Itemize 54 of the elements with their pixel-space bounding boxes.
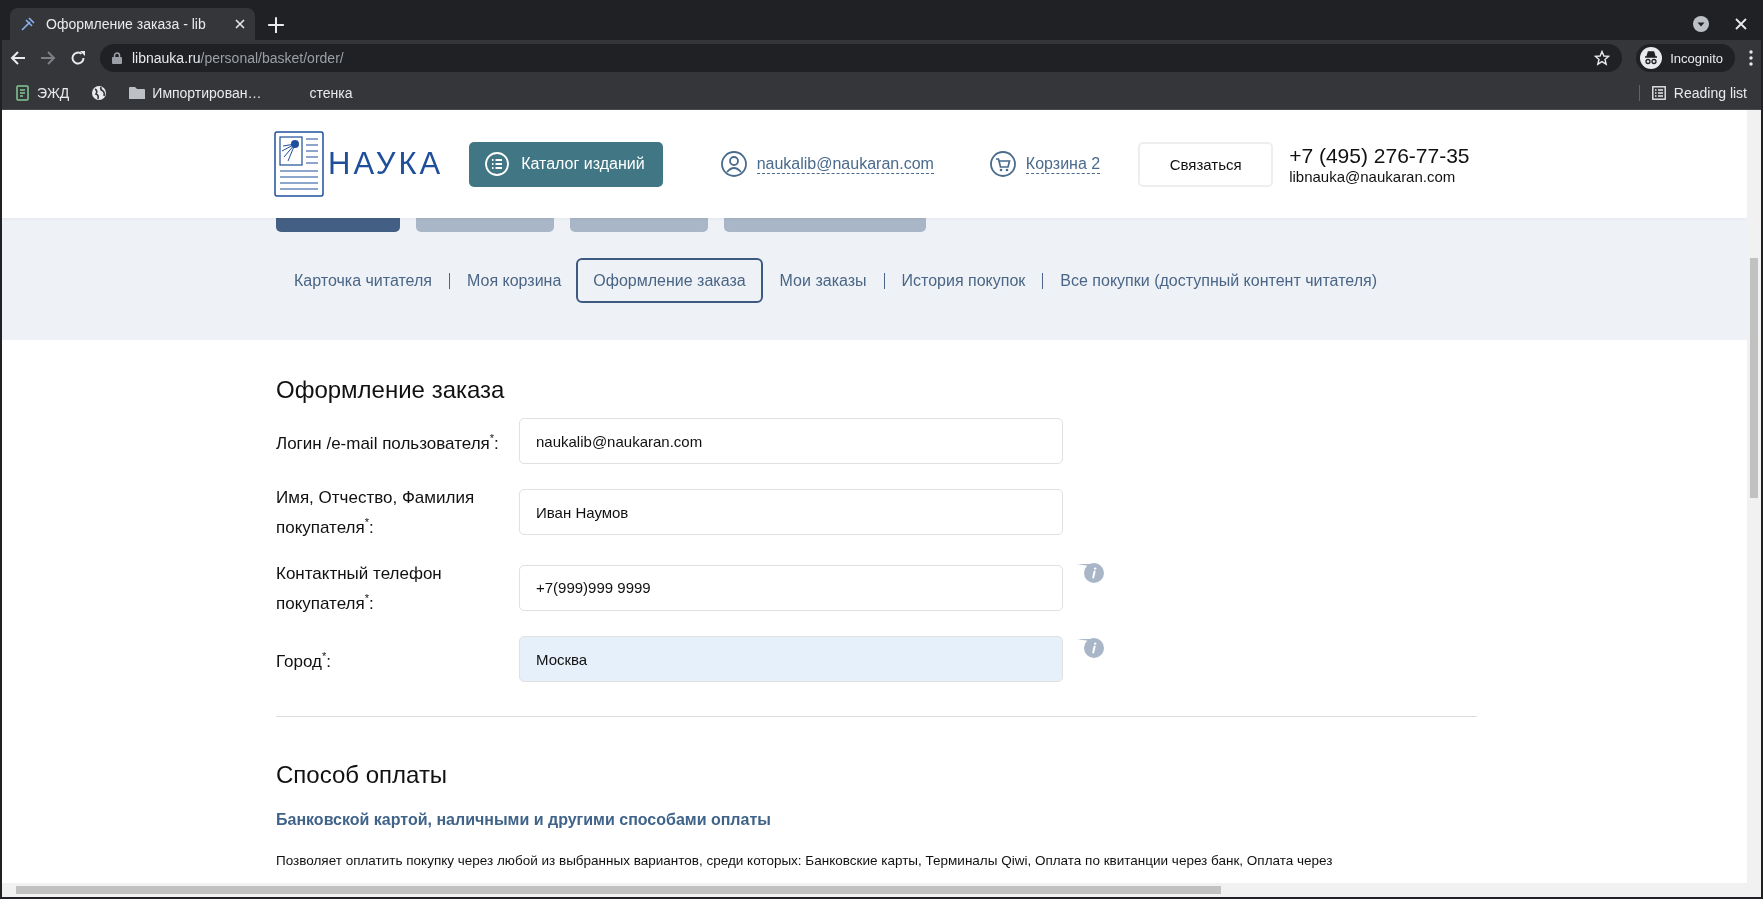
nav-tab[interactable]: Карточка читателя [276, 258, 449, 303]
nav-tab[interactable]: Моя корзина [450, 258, 579, 303]
input-field[interactable]: Иван Наумов [519, 489, 1063, 536]
catalog-button[interactable]: Каталог изданий [469, 141, 663, 187]
close-icon[interactable] [1735, 18, 1747, 30]
logo-text: НАУКА [328, 146, 444, 182]
reload-icon[interactable] [70, 50, 86, 66]
field-label: Логин /e-mail пользователя$^{*}$: [276, 431, 500, 455]
field-label: Город$^{*}$: [276, 649, 332, 674]
folder-icon [129, 85, 146, 100]
field-label: Имя, Отчество, Фамилия покупателя$^{*}$: [276, 487, 476, 539]
plus-icon[interactable] [267, 16, 285, 34]
payment-option-link[interactable]: Банковской картой, наличными и другими способами оплаты [276, 811, 771, 830]
dropdown-icon[interactable] [1693, 16, 1709, 32]
list-icon [1651, 85, 1666, 100]
user-icon [720, 151, 747, 177]
url-text[interactable]: libnauka.ru/personal/basket/order/ [132, 50, 344, 66]
nav-tab[interactable]: Все покупки (доступный контент читателя) [1043, 258, 1394, 303]
list-icon [485, 152, 510, 176]
incognito-badge[interactable]: Incognito [1636, 44, 1735, 72]
section-title: Оформление заказа [276, 376, 506, 404]
reading-list-button[interactable]: Reading list [1638, 84, 1747, 101]
more-menu-icon[interactable] [1749, 50, 1753, 66]
close-icon[interactable] [235, 19, 245, 29]
email-address: libnauka@naukaran.com [1289, 167, 1457, 185]
contact-button[interactable]: Связаться [1138, 141, 1274, 187]
incognito-icon [1640, 47, 1663, 69]
nav-tab[interactable]: Мои заказы [762, 258, 884, 303]
globe-icon[interactable] [91, 84, 108, 101]
bookmark[interactable]: ЭЖД [16, 84, 70, 101]
field-label: Контактный телефон покупателя$^{*}$: [276, 562, 443, 615]
payment-description: Позволяет оплатить покупку через любой из выбранных вариантов, среди которых: Банковские карты, Терминалы Qiwi, Оплата по квитанции через банк, Оплата через [276, 853, 1334, 869]
nav-tab[interactable]: История покупок [884, 258, 1043, 303]
browser-tab[interactable]: Оформление заказа - lib [10, 8, 255, 40]
address-bar[interactable]: libnauka.ru/personal/basket/order/ [100, 44, 1623, 72]
input-field[interactable]: naukalib@naukaran.com [519, 418, 1063, 464]
nav-tab[interactable]: Оформление заказа [576, 258, 763, 303]
bookmark[interactable]: Импортирован… [129, 84, 262, 101]
lock-icon [112, 52, 122, 64]
forward-arrow-icon [40, 50, 56, 66]
account-link[interactable]: naukalib@naukaran.com [756, 154, 934, 174]
cart-link[interactable]: Корзина 2 [1025, 154, 1101, 174]
phone-number: +7 (495) 276-77-35 [1289, 143, 1470, 168]
document-icon [16, 84, 30, 101]
section-title: Способ оплаты [276, 761, 449, 790]
scrollbar-thumb[interactable] [16, 886, 1221, 894]
input-field[interactable]: +7(999)999 9999 [519, 565, 1063, 611]
logo-icon [274, 131, 324, 197]
star-icon[interactable] [1594, 50, 1611, 66]
scrollbar-thumb[interactable] [1750, 258, 1758, 498]
cart-icon [989, 151, 1016, 177]
bookmark[interactable]: стенка [309, 84, 353, 101]
back-arrow-icon[interactable] [10, 50, 26, 66]
input-field[interactable]: Москва [519, 636, 1063, 683]
